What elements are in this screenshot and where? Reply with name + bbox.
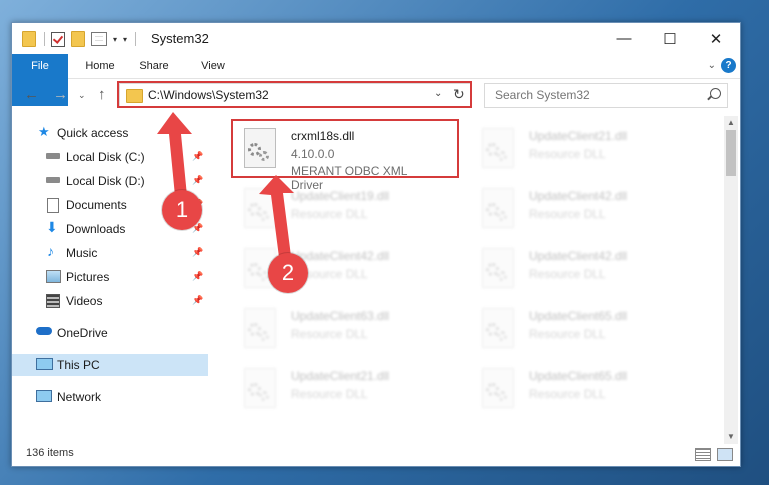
annotation-arrows (157, 112, 294, 265)
step-2-badge: 2 (268, 253, 308, 293)
step-1-badge: 1 (162, 190, 202, 230)
arrow-2-icon (259, 175, 294, 265)
arrow-1-icon (157, 112, 192, 196)
